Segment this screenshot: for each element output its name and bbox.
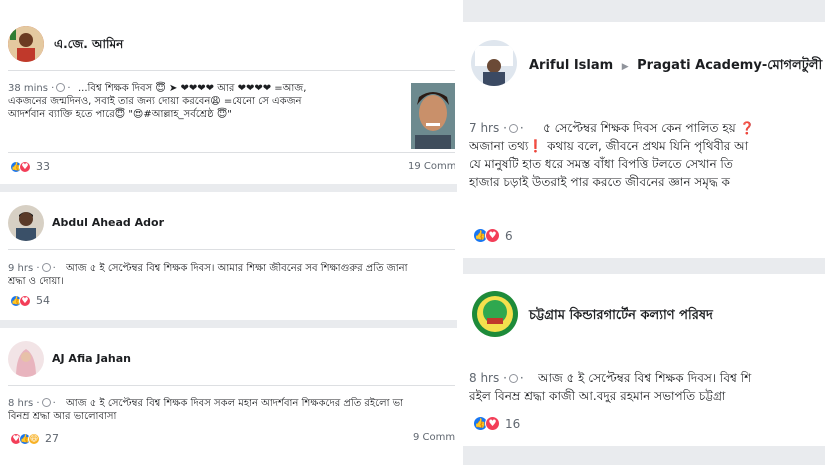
- avatar[interactable]: [471, 40, 517, 86]
- reaction-count: 27: [45, 432, 59, 445]
- post-text-line: আদর্শবান ব্যাক্তি হতে পারে😇 "😍#আল্লাহ_সর…: [8, 109, 232, 120]
- love-icon: ♥: [485, 228, 500, 243]
- love-icon: ♥: [485, 416, 500, 431]
- globe-icon: [41, 398, 51, 407]
- reaction-summary[interactable]: 👍 ♥ 54: [10, 294, 50, 307]
- globe-icon: [508, 374, 518, 383]
- post-text-line: যে মানুষটি হাত ধরে সমস্ত বাঁধা বিপত্তি ট…: [469, 157, 733, 171]
- post-text-line: অজানা তথ্য❗ কথায় বলে, জীবনে প্রথম যিনি …: [469, 139, 749, 153]
- reaction-summary[interactable]: ♥ 👍 😆 27: [10, 432, 59, 445]
- reaction-count: 16: [505, 416, 521, 431]
- post-text-line: আজ ৫ ই সেপ্টেম্বর বিশ্ব শিক্ষক দিবস। বিশ…: [538, 371, 752, 385]
- post-meta: 7 hrs · ·: [469, 121, 524, 135]
- post-separator: [463, 446, 825, 465]
- divider: [8, 152, 455, 153]
- reaction-count: 33: [36, 160, 50, 173]
- post-meta: 9 hrs · ·: [8, 263, 56, 274]
- post-text-line: হাজার চড়াই উতরাই পার করতে জীবনের জ্ঞান …: [469, 175, 730, 189]
- post-text-line: ৫ সেপ্টেম্বর শিক্ষক দিবস কেন পালিত হয় ❓: [543, 121, 755, 135]
- post-meta: 8 hrs · ·: [469, 371, 524, 385]
- post-card: এ.জে. আমিন 38 mins · · ...বিশ্ব শিক্ষক দি…: [8, 10, 455, 182]
- post-text-line: রইল বিনম্র শ্রদ্ধা কাজী আ.বদুর রহমান সভা…: [469, 389, 726, 403]
- post-author: Ariful Islam ▶ Pragati Academy-মোগলটুলী: [529, 56, 822, 77]
- divider: [8, 385, 455, 386]
- post-separator: [463, 0, 825, 22]
- post-card: Ariful Islam ▶ Pragati Academy-মোগলটুলী …: [463, 22, 825, 258]
- post-text-line: আজ ৫ ই সেপ্টেম্বর বিশ্ব শিক্ষক দিবস। আমা…: [66, 263, 408, 274]
- post-time[interactable]: 7 hrs: [469, 121, 499, 135]
- avatar[interactable]: [8, 341, 44, 377]
- post-photo[interactable]: [411, 83, 455, 149]
- post-text-line: ...বিশ্ব শিক্ষক দিবস 😇 ➤ ❤❤❤❤ আর ❤❤❤❤ =আ…: [78, 83, 307, 94]
- group-link[interactable]: Pragati Academy-মোগলটুলী: [637, 58, 822, 73]
- post-separator: [0, 320, 457, 328]
- globe-icon: [508, 124, 518, 133]
- avatar[interactable]: [8, 205, 44, 241]
- reaction-summary[interactable]: 👍 ♥ 6: [473, 228, 513, 243]
- org-logo[interactable]: [471, 290, 519, 338]
- love-icon: ♥: [19, 294, 31, 307]
- share-arrow-icon: ▶: [621, 62, 629, 72]
- post-separator: [0, 184, 457, 192]
- love-icon: ♥: [19, 160, 31, 173]
- avatar[interactable]: [8, 26, 44, 62]
- globe-icon: [56, 83, 66, 92]
- comment-count[interactable]: 19 Comm: [408, 161, 455, 172]
- reaction-summary[interactable]: 👍 ♥ 33: [10, 160, 50, 173]
- comment-count[interactable]: 9 Comm: [413, 432, 455, 443]
- globe-icon: [41, 263, 51, 272]
- author-link[interactable]: Ariful Islam: [529, 58, 613, 73]
- post-card: Abdul Ahead Ador 9 hrs · · আজ ৫ ই সেপ্টেম…: [8, 193, 455, 318]
- post-text-line: বিনম্র শ্রদ্ধা আর ভালোবাসা: [8, 411, 117, 422]
- post-time[interactable]: 38 mins: [8, 83, 48, 94]
- post-time[interactable]: 9 hrs: [8, 263, 33, 274]
- post-text-line: শ্রদ্ধা ও দোয়া।: [8, 276, 64, 287]
- divider: [8, 70, 455, 71]
- divider: [8, 249, 455, 250]
- post-card: চট্টগ্রাম কিন্ডারগার্টেন কল্যাণ পরিষদ 8 …: [463, 274, 825, 446]
- reaction-summary[interactable]: 👍 ♥ 16: [473, 416, 520, 431]
- post-author[interactable]: AJ Afia Jahan: [52, 352, 131, 365]
- post-separator: [463, 258, 825, 274]
- haha-icon: 😆: [28, 432, 40, 445]
- post-author[interactable]: চট্টগ্রাম কিন্ডারগার্টেন কল্যাণ পরিষদ: [529, 306, 713, 327]
- reaction-count: 54: [36, 294, 50, 307]
- post-text-line: আজ ৫ ই সেপ্টেম্বর বিশ্ব শিক্ষক দিবস সকল …: [66, 398, 404, 409]
- post-time[interactable]: 8 hrs: [8, 398, 33, 409]
- post-text-line: একজনের জন্মদিনও, সবাই তার জন্য দোয়া করব…: [8, 96, 302, 107]
- post-meta: 8 hrs · ·: [8, 398, 56, 409]
- post-card: AJ Afia Jahan 8 hrs · · আজ ৫ ই সেপ্টেম্বর…: [8, 329, 455, 459]
- post-author[interactable]: এ.জে. আমিন: [54, 36, 123, 56]
- right-screenshot-column: Ariful Islam ▶ Pragati Academy-মোগলটুলী …: [463, 0, 825, 465]
- post-meta: 38 mins · ·: [8, 83, 71, 94]
- reaction-count: 6: [505, 228, 513, 243]
- left-screenshot-column: এ.জে. আমিন 38 mins · · ...বিশ্ব শিক্ষক দি…: [0, 0, 457, 465]
- post-time[interactable]: 8 hrs: [469, 371, 499, 385]
- post-author[interactable]: Abdul Ahead Ador: [52, 216, 164, 229]
